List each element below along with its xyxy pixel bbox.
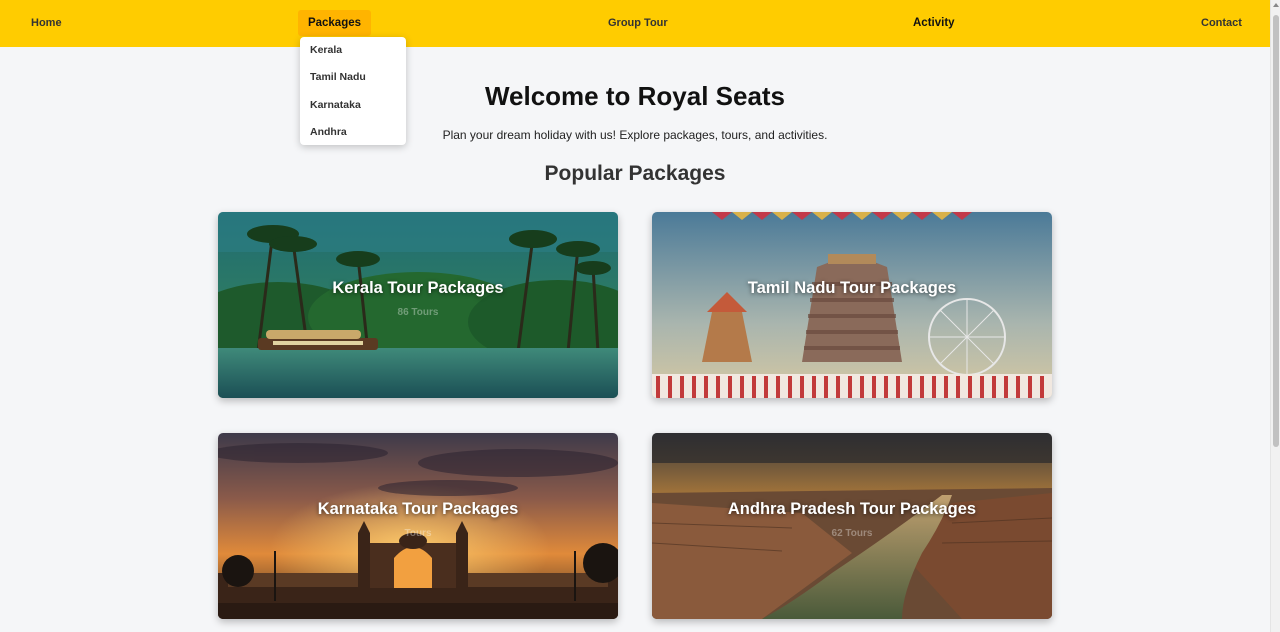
nav-contact-link[interactable]: Contact — [1201, 0, 1242, 47]
hero-title: Welcome to Royal Seats — [484, 81, 786, 111]
section-title: Popular Packages — [544, 162, 726, 185]
dropdown-item-tamil-nadu[interactable]: Tamil Nadu — [310, 71, 400, 83]
scroll-up-arrow-icon[interactable] — [1273, 3, 1279, 7]
package-card-tamil-nadu[interactable]: Tamil Nadu Tour Packages — [652, 212, 1052, 398]
tamil-nadu-temple-image — [652, 212, 1052, 398]
card-title: Tamil Nadu Tour Packages — [747, 279, 957, 297]
andhra-canyon-image — [652, 433, 1052, 619]
card-tour-count: Tours — [404, 528, 432, 539]
nav-group-tour-link[interactable]: Group Tour — [608, 0, 668, 47]
page-scrollbar[interactable] — [1270, 0, 1280, 632]
hero-subtitle: Plan your dream holiday with us! Explore… — [442, 128, 828, 142]
package-card-kerala[interactable]: Kerala Tour Packages 86 Tours — [218, 212, 618, 398]
top-navbar: Home Packages Group Tour Activity Contac… — [0, 0, 1270, 47]
package-card-andhra-pradesh[interactable]: Andhra Pradesh Tour Packages 62 Tours — [652, 433, 1052, 619]
card-title: Andhra Pradesh Tour Packages — [727, 500, 977, 518]
dropdown-item-kerala[interactable]: Kerala — [310, 44, 400, 56]
scrollbar-thumb[interactable] — [1273, 15, 1279, 447]
kerala-backwaters-image — [218, 212, 618, 398]
card-tour-count: 62 Tours — [831, 528, 873, 539]
nav-packages-link[interactable]: Packages — [298, 10, 371, 36]
card-title: Kerala Tour Packages — [332, 279, 504, 297]
dropdown-item-karnataka[interactable]: Karnataka — [310, 99, 400, 111]
package-card-karnataka[interactable]: Karnataka Tour Packages Tours — [218, 433, 618, 619]
packages-dropdown-menu: Kerala Tamil Nadu Karnataka Andhra — [300, 37, 406, 145]
card-tour-count: 86 Tours — [397, 307, 439, 318]
dropdown-item-andhra[interactable]: Andhra — [310, 126, 400, 138]
nav-home-link[interactable]: Home — [31, 0, 62, 47]
karnataka-palace-image — [218, 433, 618, 619]
card-title: Karnataka Tour Packages — [317, 500, 519, 518]
nav-activity-link[interactable]: Activity — [913, 0, 955, 47]
